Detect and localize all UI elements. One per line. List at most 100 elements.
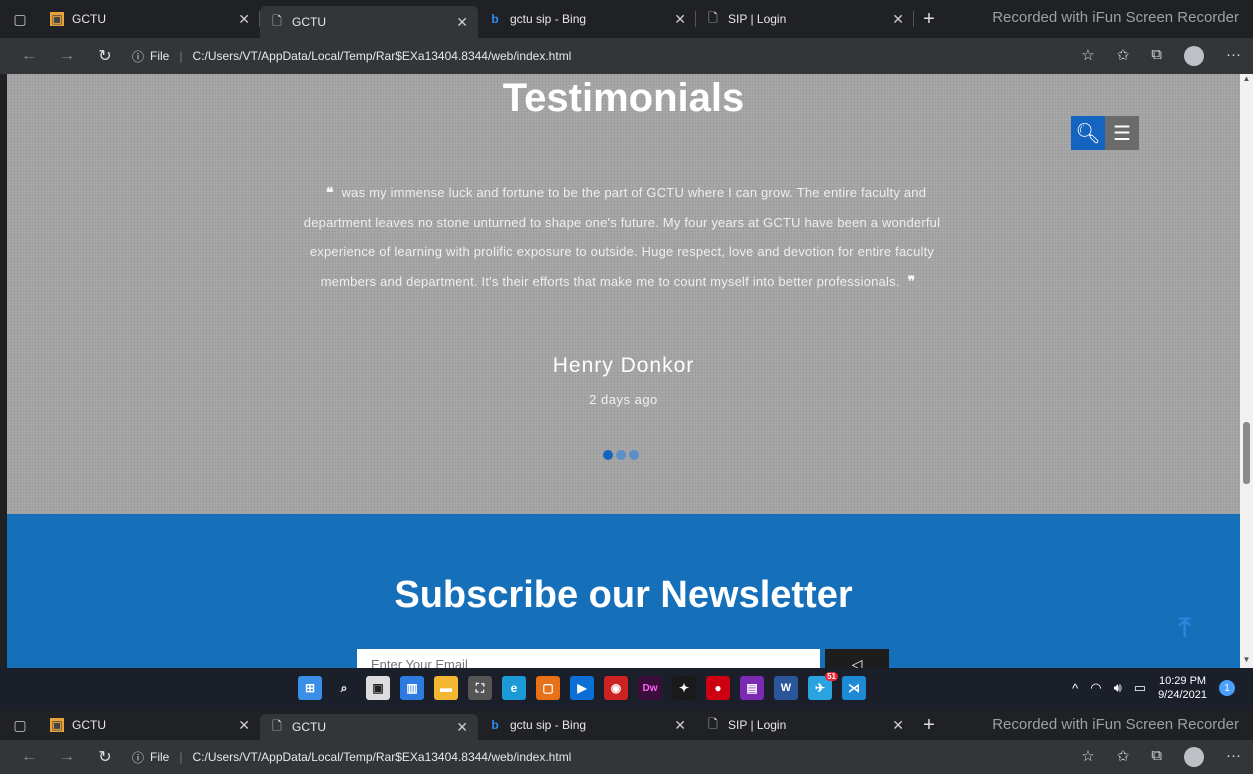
url-field[interactable]: ⓘ File | C:/Users/VT/AppData/Local/Temp/… [132, 48, 571, 65]
search-icon[interactable]: ⌕ [332, 676, 356, 700]
back-to-top-icon[interactable]: ⤒ [1179, 612, 1191, 644]
clock[interactable]: 10:29 PM 9/24/2021 [1158, 674, 1207, 702]
widgets-icon[interactable]: ▥ [400, 676, 424, 700]
tab-sip-login[interactable]: 🗋 SIP | Login ✕ [696, 710, 914, 740]
hamburger-icon: ☰ [1113, 122, 1131, 145]
page-icon: 🗋 [708, 716, 718, 731]
wifi-icon[interactable]: ◠ [1090, 680, 1101, 696]
tab-bing[interactable]: b gctu sip - Bing ✕ [478, 3, 696, 35]
start-icon[interactable]: ⊞ [298, 676, 322, 700]
testimonial-quote: ❝ was my immense luck and fortune to be t… [302, 178, 942, 296]
winrar-icon[interactable]: ▤ [740, 676, 764, 700]
taskbar-apps: ⊞ ⌕ ▣ ▥ ▬ ⛶ e ▢ ▶ ◉ Dw ✦ ● ▤ W ✈ 51 ⋊ [298, 672, 866, 700]
tab-bar: ▢ ▣ GCTU ✕ 🗋 GCTU ✕ b gctu sip - Bing ✕ … [0, 0, 1253, 38]
back-icon[interactable]: ← [10, 748, 48, 766]
favorite-add-icon[interactable]: ☆ [1081, 46, 1094, 66]
info-icon[interactable]: ⓘ [132, 749, 144, 766]
file-explorer-icon[interactable]: ▬ [434, 676, 458, 700]
clock-date: 9/24/2021 [1158, 689, 1207, 701]
new-tab-button[interactable]: + [914, 714, 944, 737]
tab-gctu-1[interactable]: ▣ GCTU ✕ [40, 3, 260, 35]
url-scheme: File [150, 49, 170, 63]
media-player-icon[interactable]: ▶ [570, 676, 594, 700]
carousel-dot-2[interactable] [616, 450, 626, 460]
volume-icon[interactable]: 🔊︎ [1114, 680, 1122, 696]
browser-window: ▢ ▣ GCTU ✕ 🗋 GCTU ✕ b gctu sip - Bing ✕ … [0, 0, 1253, 74]
task-view-icon[interactable]: ▣ [366, 676, 390, 700]
chevron-up-icon[interactable]: ^ [1072, 681, 1078, 696]
vscode-icon[interactable]: ⋊ [842, 676, 866, 700]
scroll-up-icon[interactable]: ▲ [1240, 74, 1253, 87]
close-icon[interactable]: ✕ [456, 14, 468, 31]
carousel-dot-3[interactable] [629, 450, 639, 460]
close-icon[interactable]: ✕ [892, 11, 904, 28]
tab-title: SIP | Login [728, 718, 787, 732]
carousel-dot-1[interactable] [603, 450, 613, 460]
scroll-down-icon[interactable]: ▼ [1240, 655, 1253, 668]
system-tray: ^ ◠ 🔊︎ ▭ 10:29 PM 9/24/2021 1 [1072, 674, 1235, 702]
toolbar-actions: ☆ ✩ ⧉ ··· [1081, 46, 1241, 66]
telegram-icon[interactable]: ✈ 51 [808, 672, 838, 700]
new-tab-button[interactable]: + [914, 8, 944, 31]
more-icon[interactable]: ··· [1226, 747, 1241, 767]
close-icon[interactable]: ✕ [674, 717, 686, 734]
browser-window-duplicate: ▢ ▣ GCTU ✕ 🗋 GCTU ✕ b gctu sip - Bing ✕ … [0, 710, 1253, 774]
close-icon[interactable]: ✕ [456, 719, 468, 736]
more-icon[interactable]: ··· [1226, 46, 1241, 66]
dreamweaver-icon[interactable]: Dw [638, 676, 662, 700]
carousel-dots [603, 450, 639, 460]
search-icon: 🔍︎ [1075, 122, 1101, 145]
info-icon[interactable]: ⓘ [132, 48, 144, 65]
subscribe-button[interactable]: ◁ [825, 649, 889, 668]
scroll-thumb[interactable] [1243, 422, 1250, 484]
favorites-icon[interactable]: ✩ [1117, 46, 1130, 66]
search-button[interactable]: 🔍︎ [1071, 116, 1105, 150]
bing-icon: b [491, 718, 499, 732]
favorites-icon[interactable]: ✩ [1117, 747, 1130, 767]
testimonials-title: Testimonials [502, 76, 745, 120]
edge-icon[interactable]: e [502, 676, 526, 700]
close-icon[interactable]: ✕ [892, 717, 904, 734]
newsletter-title: Subscribe our Newsletter [394, 574, 853, 616]
tab-bar: ▢ ▣ GCTU ✕ 🗋 GCTU ✕ b gctu sip - Bing ✕ … [0, 710, 1253, 740]
battery-icon[interactable]: ▭ [1134, 680, 1146, 696]
notification-badge[interactable]: 1 [1219, 680, 1235, 696]
close-icon[interactable]: ✕ [238, 717, 250, 734]
tab-title: gctu sip - Bing [510, 12, 587, 26]
forward-icon[interactable]: → [48, 748, 86, 766]
tab-actions-icon[interactable]: ▢ [0, 710, 40, 740]
url-scheme: File [150, 750, 170, 764]
menu-button[interactable]: ☰ [1105, 116, 1139, 150]
office-icon[interactable]: ▢ [536, 676, 560, 700]
refresh-icon[interactable]: ↻ [86, 747, 124, 767]
profile-avatar[interactable] [1184, 46, 1204, 66]
email-input[interactable] [357, 649, 820, 668]
figma-icon[interactable]: ✦ [672, 676, 696, 700]
collections-icon[interactable]: ⧉ [1151, 747, 1162, 767]
newsletter-section: Subscribe our Newsletter ⤒ ◁ [7, 514, 1240, 668]
store-icon[interactable]: ⛶ [468, 676, 492, 700]
page-scrollbar[interactable]: ▲ ▼ [1240, 74, 1253, 668]
tab-actions-icon[interactable]: ▢ [0, 0, 40, 38]
word-icon[interactable]: W [774, 676, 798, 700]
collections-icon[interactable]: ⧉ [1151, 46, 1162, 66]
back-icon[interactable]: ← [10, 47, 48, 65]
tab-gctu-2[interactable]: 🗋 GCTU ✕ [260, 6, 478, 38]
recorder-icon[interactable]: ● [706, 676, 730, 700]
recorder-watermark: Recorded with iFun Screen Recorder [992, 716, 1239, 733]
forward-icon[interactable]: → [48, 47, 86, 65]
tab-sip-login[interactable]: 🗋 SIP | Login ✕ [696, 3, 914, 35]
favorite-add-icon[interactable]: ☆ [1081, 747, 1094, 767]
refresh-icon[interactable]: ↻ [86, 46, 124, 66]
profile-avatar[interactable] [1184, 747, 1204, 767]
tab-gctu-1[interactable]: ▣ GCTU ✕ [40, 710, 260, 740]
tab-gctu-2[interactable]: 🗋 GCTU ✕ [260, 714, 478, 740]
close-icon[interactable]: ✕ [674, 11, 686, 28]
recorder-watermark: Recorded with iFun Screen Recorder [992, 9, 1239, 26]
camera-app-icon[interactable]: ◉ [604, 676, 628, 700]
tab-title: SIP | Login [728, 12, 787, 26]
tab-bing[interactable]: b gctu sip - Bing ✕ [478, 710, 696, 740]
toolbar-actions: ☆ ✩ ⧉ ··· [1081, 747, 1241, 767]
url-field[interactable]: ⓘ File | C:/Users/VT/AppData/Local/Temp/… [132, 749, 571, 766]
close-icon[interactable]: ✕ [238, 11, 250, 28]
